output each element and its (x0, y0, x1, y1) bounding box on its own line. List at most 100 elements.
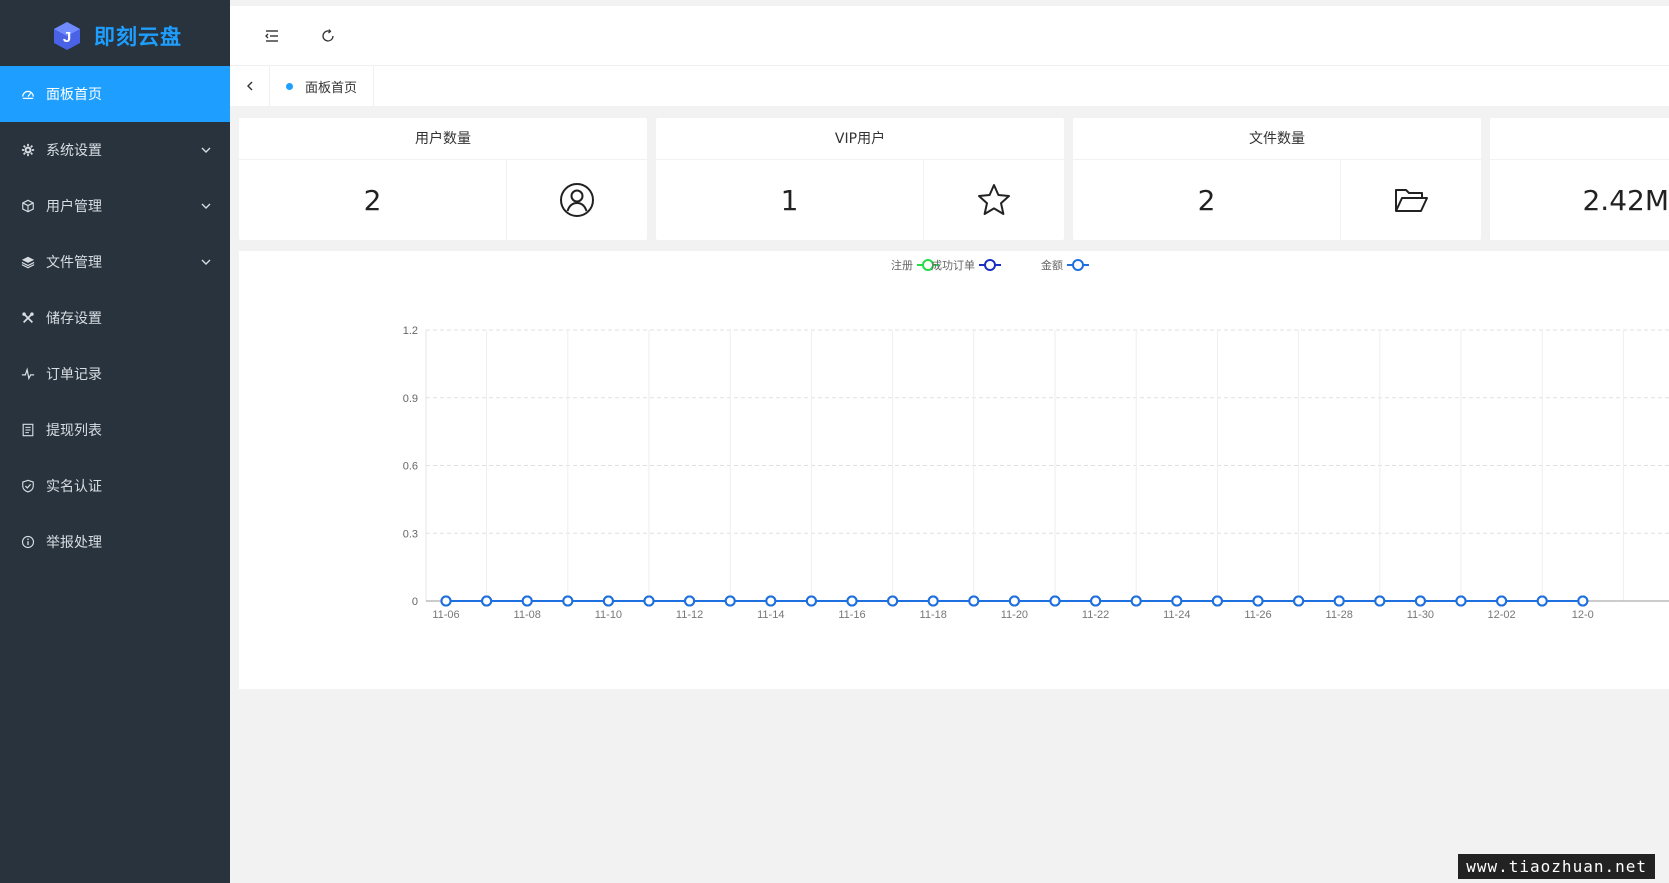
data-point (1333, 595, 1345, 607)
data-point (846, 595, 858, 607)
active-tab-dot (286, 82, 293, 90)
statistics-chart-panel: 1.2 0.9 0.6 0.3 0 11-06 11-08 11-10 11-12 11-14 11… (239, 251, 1669, 689)
data-point (521, 595, 533, 607)
pulse-icon (20, 366, 36, 382)
data-point (1374, 595, 1386, 607)
data-point (1496, 595, 1508, 607)
legend-label: 金额 (1041, 258, 1063, 272)
stat-card-title: 用户数量 (239, 118, 647, 160)
chevron-left-icon (246, 81, 252, 91)
data-point (1577, 595, 1589, 607)
sidebar-item-dashboard[interactable]: 面板首页 (0, 66, 230, 122)
data-point (1536, 595, 1548, 607)
sidebar-item-file-management[interactable]: 文件管理 (0, 234, 230, 290)
toggle-sidebar-button[interactable] (262, 26, 282, 46)
sidebar-item-storage-settings[interactable]: 储存设置 (0, 290, 230, 346)
x-tick-label: 11-16 (838, 609, 865, 621)
sidebar-item-label: 举报处理 (46, 535, 102, 551)
sidebar-item-label: 实名认证 (46, 479, 102, 495)
data-point (1293, 595, 1305, 607)
tab-bar: 面板首页 (230, 66, 1669, 106)
top-toolbar (230, 6, 1669, 66)
x-tick-label: 11-06 (432, 609, 459, 621)
x-tick-label: 11-14 (757, 609, 784, 621)
tab-scroll-left-button[interactable] (230, 66, 270, 106)
data-point (1130, 595, 1142, 607)
data-point (684, 595, 696, 607)
data-point (765, 595, 777, 607)
sidebar-item-system-settings[interactable]: 系统设置 (0, 122, 230, 178)
legend-label: 注册 (891, 258, 913, 272)
stat-card-value: 2.42M (1582, 183, 1669, 217)
x-tick-label: 11-10 (595, 609, 622, 621)
sidebar-item-report-handling[interactable]: 举报处理 (0, 514, 230, 570)
stat-card-storage: 2.42M (1490, 118, 1669, 240)
stat-card-value: 2 (239, 160, 507, 240)
y-tick-label: 0 (412, 596, 418, 608)
data-point (1252, 595, 1264, 607)
x-tick-label: 11-20 (1001, 609, 1028, 621)
sidebar-item-withdraw-list[interactable]: 提现列表 (0, 402, 230, 458)
chevron-down-icon (201, 203, 211, 209)
data-point (602, 595, 614, 607)
data-point (968, 595, 980, 607)
chevron-down-icon (201, 259, 211, 265)
sidebar-item-order-records[interactable]: 订单记录 (0, 346, 230, 402)
tab-dashboard[interactable]: 面板首页 (270, 66, 375, 106)
shield-check-icon (20, 478, 36, 494)
data-point (562, 595, 574, 607)
data-point (440, 595, 452, 607)
stat-card-value: 1 (656, 160, 924, 240)
folder-open-icon (1395, 189, 1428, 212)
x-tick-label: 11-12 (676, 609, 703, 621)
legend-marker (1072, 259, 1084, 271)
sidebar-item-label: 提现列表 (46, 423, 102, 439)
x-tick-label: 11-22 (1082, 609, 1109, 621)
y-tick-label: 0.9 (403, 393, 418, 405)
stat-card-value: 2 (1073, 160, 1341, 240)
refresh-button[interactable] (318, 26, 338, 46)
tab-label: 面板首页 (305, 80, 358, 96)
stat-card-users: 用户数量 2 (239, 118, 647, 240)
stat-card-title: 文件数量 (1073, 118, 1481, 160)
svg-text:J: J (63, 29, 71, 46)
sidebar-item-label: 订单记录 (46, 367, 102, 383)
data-point (481, 595, 493, 607)
sidebar-item-real-name-auth[interactable]: 实名认证 (0, 458, 230, 514)
tools-icon (20, 310, 36, 326)
x-tick-label: 11-18 (920, 609, 947, 621)
data-point (805, 595, 817, 607)
sidebar: J 即刻云盘 面板首页 系统设置 用户管理 文件管理 储存设置 订单记录 提现列… (0, 0, 230, 883)
logo-icon: J (54, 22, 80, 50)
legend-marker (984, 259, 996, 271)
data-point (1049, 595, 1061, 607)
gear-icon (20, 142, 36, 158)
stat-card-title (1490, 118, 1669, 160)
data-point (927, 595, 939, 607)
statistics-line-chart: 1.2 0.9 0.6 0.3 0 11-06 11-08 11-10 11-12 11-14 11… (403, 258, 1669, 621)
x-tick-label: 11-08 (514, 609, 541, 621)
y-tick-label: 0.6 (403, 461, 418, 473)
x-tick-label: 11-28 (1326, 609, 1353, 621)
sidebar-item-label: 面板首页 (46, 87, 102, 103)
y-tick-label: 0.3 (403, 528, 418, 540)
user-circle-icon (560, 183, 594, 217)
data-point (724, 595, 736, 607)
app-logo[interactable]: J 即刻云盘 (0, 0, 230, 66)
data-point (1008, 595, 1020, 607)
x-tick-label: 11-26 (1244, 609, 1271, 621)
dashboard-icon (20, 86, 36, 102)
sidebar-item-label: 文件管理 (46, 255, 102, 271)
x-tick-label: 12-0 (1572, 609, 1594, 621)
data-point (887, 595, 899, 607)
stat-card-vip-users: VIP用户 1 (656, 118, 1064, 240)
cube-icon (20, 198, 36, 214)
refresh-icon (322, 28, 334, 42)
indent-icon (265, 29, 278, 42)
sidebar-item-user-management[interactable]: 用户管理 (0, 178, 230, 234)
data-point (1211, 595, 1223, 607)
data-point (1455, 595, 1467, 607)
sidebar-item-label: 储存设置 (46, 311, 102, 327)
list-icon (20, 422, 36, 438)
stat-card-title: VIP用户 (656, 118, 1064, 160)
